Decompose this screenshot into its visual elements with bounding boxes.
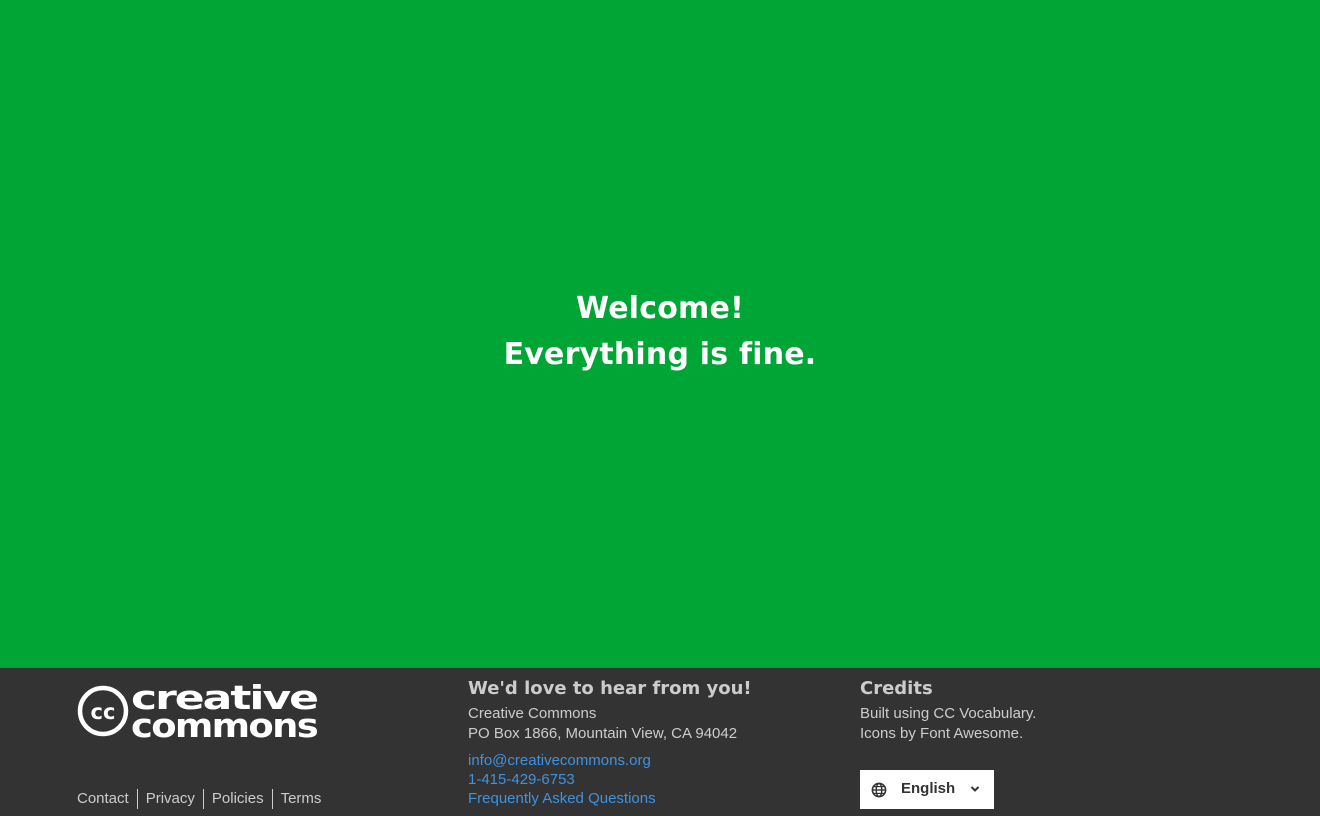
email-link[interactable]: info@creativecommons.org [468,751,651,770]
footer-legal-nav: Contact Privacy Policies Terms [77,789,329,809]
privacy-link[interactable]: Privacy [136,789,203,809]
globe-icon [871,782,887,798]
credits-heading: Credits [860,678,933,699]
site-footer: cc creative commons Contact Privacy Poli… [0,668,1320,816]
credits-line-vocabulary: Built using CC Vocabulary. [860,705,1037,722]
hero-subtitle: Everything is fine. [503,337,817,372]
contact-heading: We'd love to hear from you! [468,678,752,699]
faq-link[interactable]: Frequently Asked Questions [468,789,656,808]
language-select-value: English [901,780,956,797]
hero-banner: Welcome! Everything is fine. [0,0,1320,668]
contact-link[interactable]: Contact [77,789,137,809]
creative-commons-logo[interactable]: cc creative commons [77,678,319,745]
language-select[interactable]: English [860,770,994,809]
credits-line-icons: Icons by Font Awesome. [860,725,1024,742]
hero-title: Welcome! [576,291,744,326]
chevron-down-icon [970,786,980,792]
terms-link[interactable]: Terms [271,789,330,809]
org-address: PO Box 1866, Mountain View, CA 94042 [468,725,738,742]
policies-link[interactable]: Policies [202,789,272,809]
hero-message: Welcome! Everything is fine. [504,286,817,378]
org-name: Creative Commons [468,705,597,722]
cc-logo-icon: cc creative commons [77,678,319,745]
phone-link[interactable]: 1-415-429-6753 [468,770,575,789]
logo-text-commons: commons [131,706,318,740]
cc-badge-text: cc [91,700,116,724]
